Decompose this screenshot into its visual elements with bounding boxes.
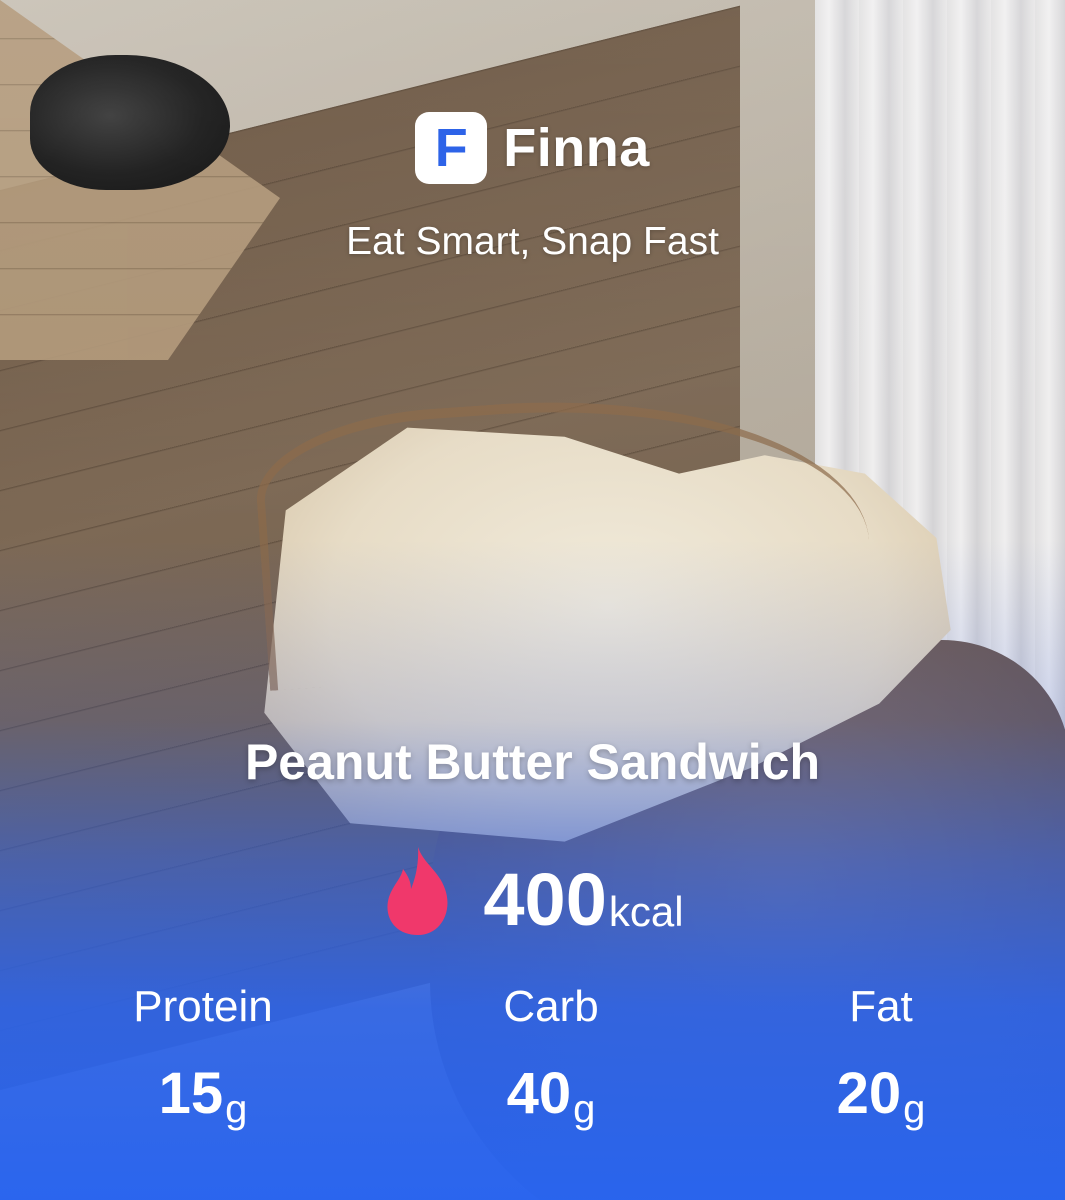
calorie-value: 400 [483,858,607,941]
nutrition-card: F Finna Eat Smart, Snap Fast Peanut Butt… [0,0,1065,1200]
calorie-readout: 400 kcal [483,863,683,937]
macro-unit: g [573,1087,596,1131]
macro-value: 15 g [73,1061,333,1130]
macro-unit: g [225,1087,248,1131]
macro-unit: g [903,1087,926,1131]
app-name: Finna [503,118,650,178]
macro-value: 20 g [751,1061,1011,1130]
app-tagline: Eat Smart, Snap Fast [346,220,719,263]
macro-label: Carb [503,982,599,1031]
calorie-unit: kcal [608,888,684,935]
macro-fat: Fat 20 g [751,982,1011,1130]
macro-label: Protein [133,982,273,1031]
logo-letter: F [434,118,468,178]
macro-label: Fat [849,982,913,1031]
macro-breakdown: Protein 15 g Carb 40 g Fat 20 g [0,985,1065,1135]
macro-amount: 20 [836,1061,902,1126]
macro-amount: 40 [506,1061,572,1126]
calorie-summary: 400 kcal [0,845,1065,937]
app-logo-icon: F [415,112,488,184]
macro-carb: Carb 40 g [421,982,681,1130]
macro-protein: Protein 15 g [73,982,333,1130]
flame-icon [387,847,448,935]
brand-header: F Finna [0,112,1065,184]
macro-amount: 15 [158,1061,224,1126]
macro-value: 40 g [421,1061,681,1130]
food-name: Peanut Butter Sandwich [244,734,821,790]
